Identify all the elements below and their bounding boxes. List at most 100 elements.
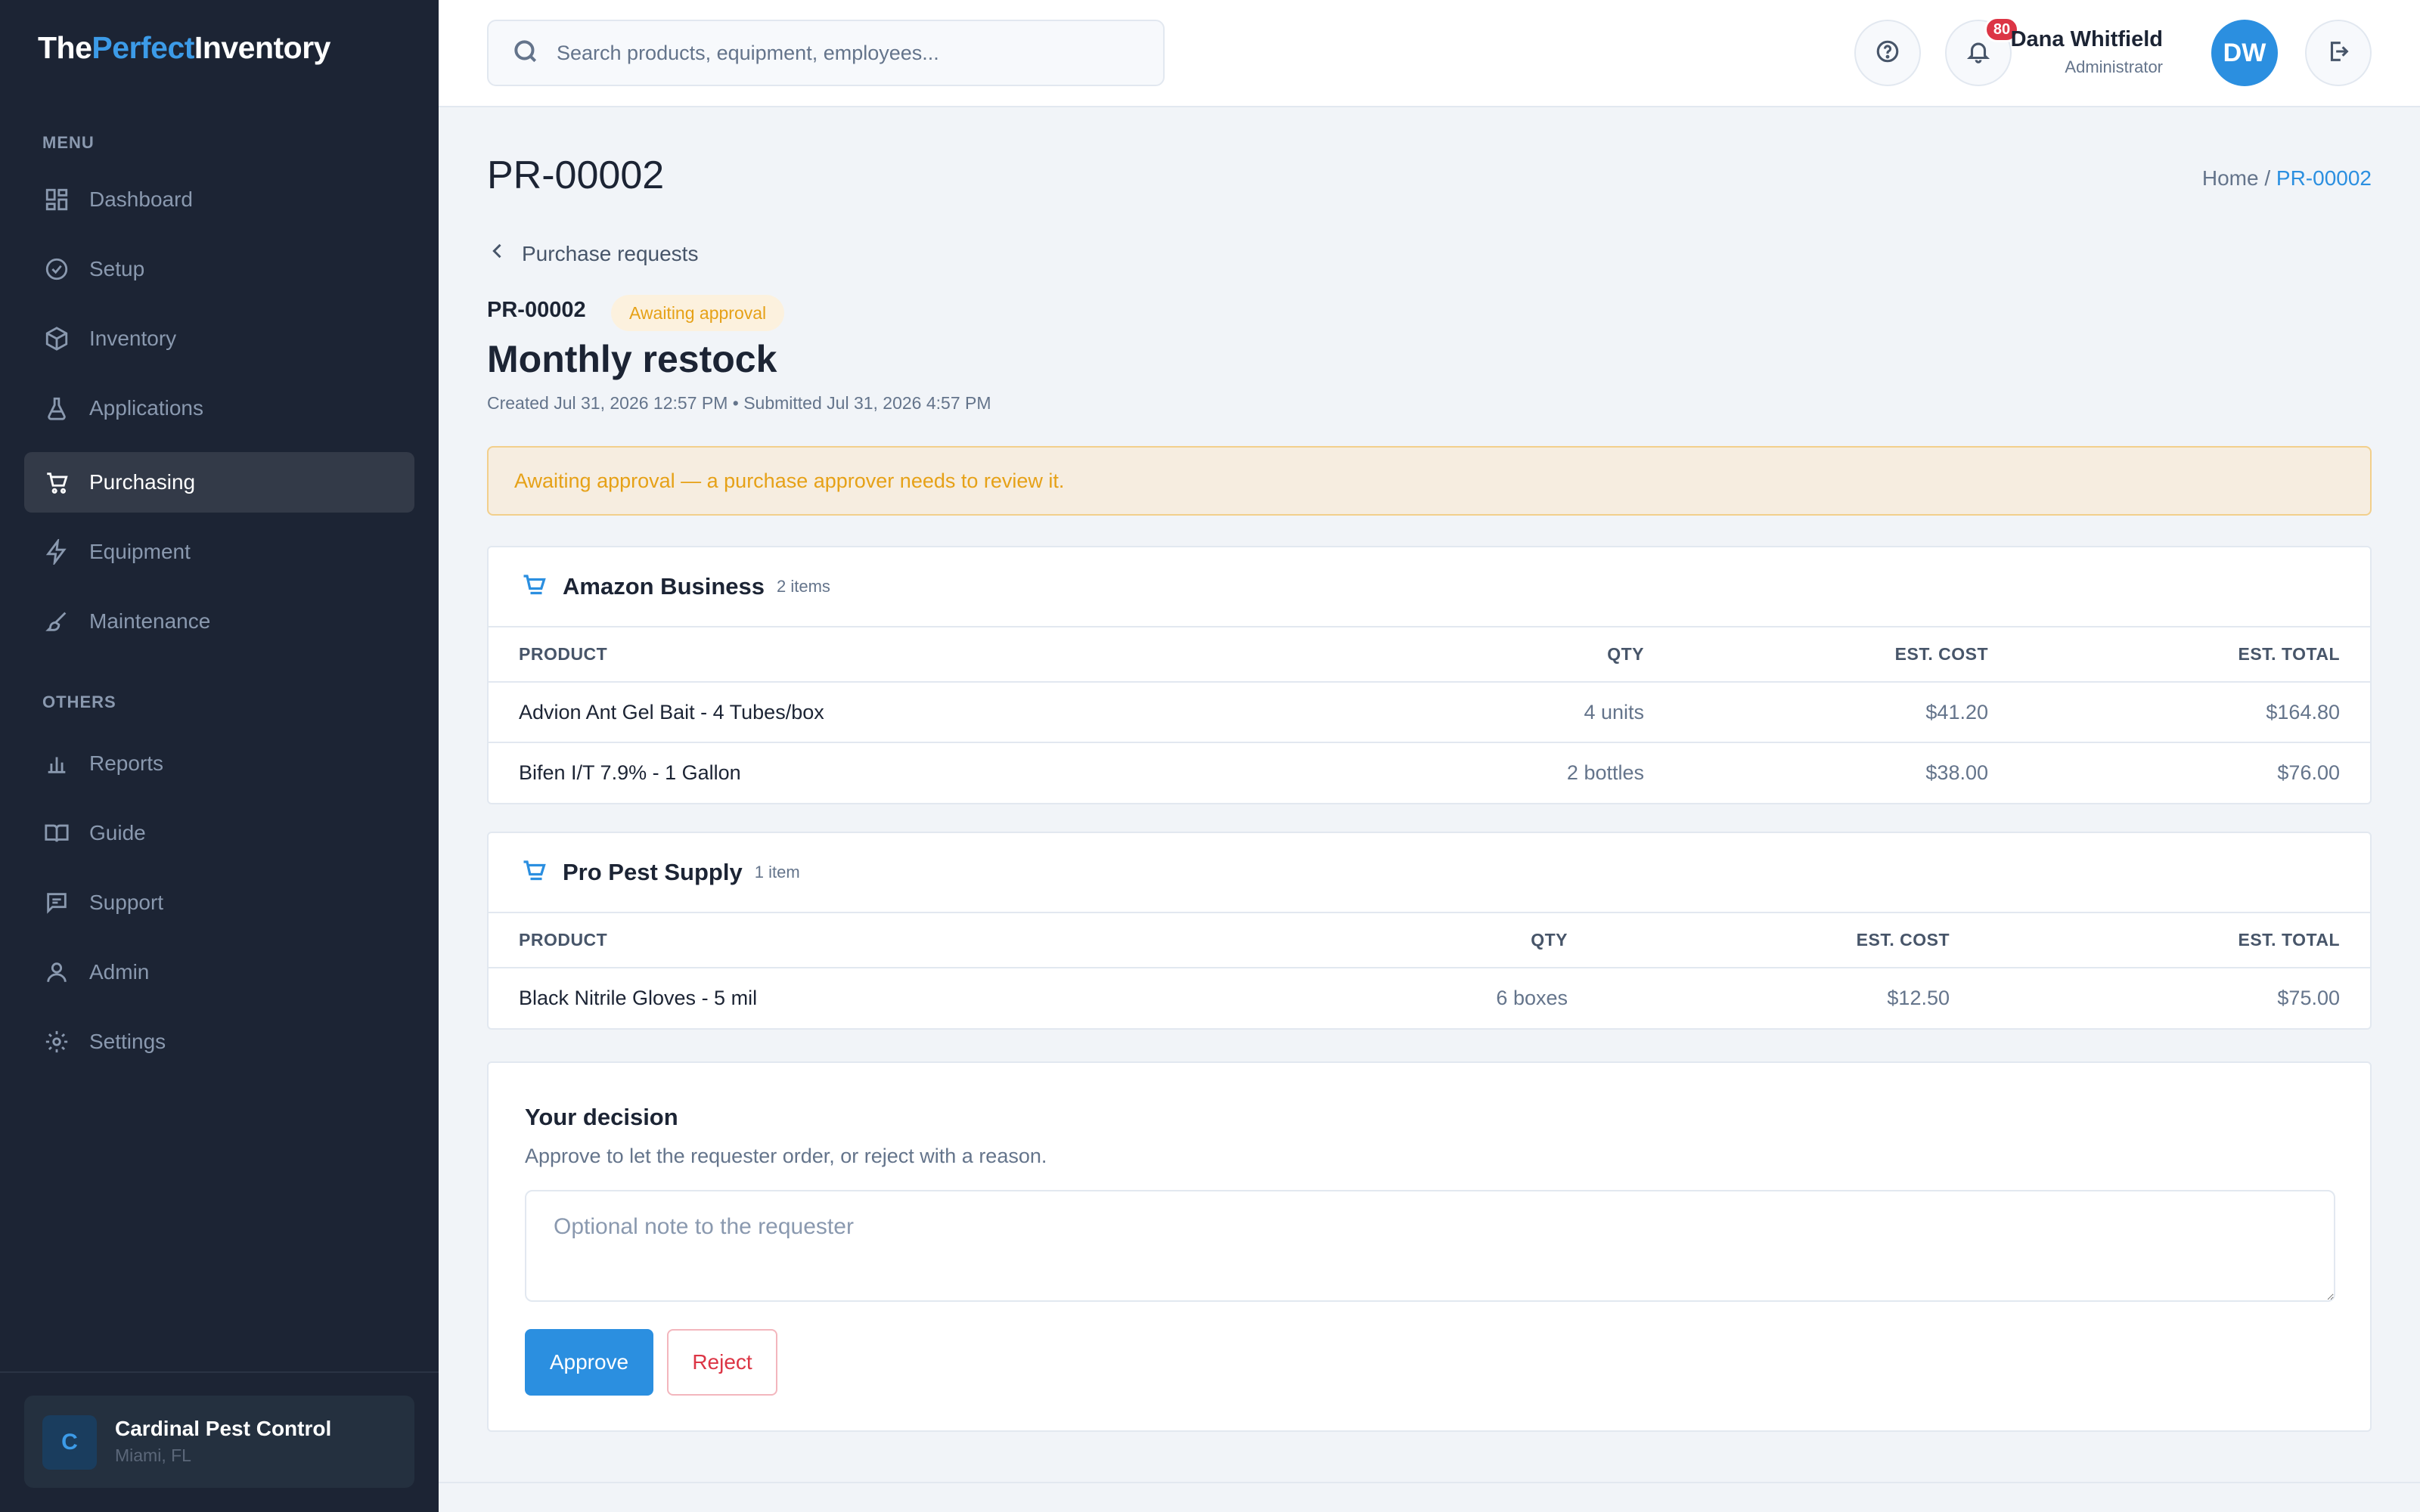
- sidebar-item-admin[interactable]: Admin: [24, 942, 414, 1002]
- sidebar-item-equipment[interactable]: Equipment: [24, 522, 414, 582]
- breadcrumb-home[interactable]: Home /: [2202, 166, 2270, 190]
- sidebar-item-applications[interactable]: Applications: [24, 378, 414, 438]
- search-box[interactable]: [487, 20, 1165, 86]
- est-cost-cell: $38.00: [1925, 761, 1988, 784]
- chevron-left-icon: [487, 240, 522, 267]
- decision-title: Your decision: [525, 1104, 678, 1130]
- column-header-est-total: EST. TOTAL: [1950, 913, 2370, 968]
- message-icon: [44, 890, 70, 916]
- organization-name: Cardinal Pest Control: [115, 1417, 332, 1440]
- vendor-item-count: 1 item: [754, 863, 800, 881]
- cart-icon: [520, 857, 563, 888]
- est-cost-cell: $12.50: [1887, 987, 1950, 1009]
- product-cell: Bifen I/T 7.9% - 1 Gallon: [519, 761, 741, 784]
- sidebar-item-label: Maintenance: [89, 609, 211, 633]
- sidebar-item-label: Dashboard: [89, 187, 193, 211]
- decision-subtitle: Approve to let the requester order, or r…: [525, 1145, 1047, 1167]
- user-avatar[interactable]: DW: [2211, 20, 2278, 86]
- table-header-row: PRODUCT QTY EST. COST EST. TOTAL: [489, 913, 2370, 968]
- search-icon: [511, 37, 540, 70]
- brand-part-3: Inventory: [194, 30, 331, 65]
- brand-part-2: Perfect: [92, 30, 194, 65]
- brand-logo[interactable]: ThePerfectInventory: [38, 30, 330, 66]
- user-name: Dana Whitfield: [2010, 27, 2163, 51]
- column-header-qty: QTY: [1341, 913, 1568, 968]
- notifications-button[interactable]: 80: [1945, 17, 2019, 86]
- sidebar-item-dashboard[interactable]: Dashboard: [24, 169, 414, 230]
- vendor-items-table: PRODUCT QTY EST. COST EST. TOTAL Advion …: [489, 627, 2370, 803]
- others-section-label: OTHERS: [42, 692, 116, 711]
- organization-location: Miami, FL: [115, 1445, 191, 1465]
- sidebar-item-label: Purchasing: [89, 470, 196, 494]
- sidebar-item-label: Reports: [89, 751, 164, 775]
- help-button[interactable]: [1854, 20, 1921, 86]
- box-icon: [44, 326, 70, 352]
- sidebar-item-maintenance[interactable]: Maintenance: [24, 591, 414, 652]
- vendor-card-header: Pro Pest Supply 1 item: [489, 833, 2370, 913]
- back-to-purchase-requests-link[interactable]: Purchase requests: [487, 240, 698, 267]
- organization-avatar: C: [42, 1415, 97, 1470]
- sidebar-item-inventory[interactable]: Inventory: [24, 308, 414, 369]
- sidebar-item-setup[interactable]: Setup: [24, 239, 414, 299]
- brush-icon: [44, 609, 70, 634]
- lightning-icon: [44, 539, 70, 565]
- sidebar-item-label: Settings: [89, 1030, 166, 1053]
- vendor-card: Amazon Business 2 items PRODUCT QTY EST.…: [487, 546, 2372, 804]
- requester-note-field[interactable]: [525, 1190, 2335, 1302]
- column-header-est-cost: EST. COST: [1568, 913, 1950, 968]
- est-total-cell: $75.00: [2277, 987, 2340, 1009]
- sidebar-item-purchasing[interactable]: Purchasing: [24, 452, 414, 513]
- sidebar-item-label: Applications: [89, 396, 203, 420]
- approve-button[interactable]: Approve: [525, 1329, 653, 1396]
- sidebar-item-label: Admin: [89, 960, 150, 984]
- request-meta: Created Jul 31, 2026 12:57 PM • Submitte…: [487, 393, 991, 413]
- sidebar-item-label: Setup: [89, 257, 145, 280]
- est-cost-cell: $41.20: [1644, 682, 1988, 743]
- reject-button[interactable]: Reject: [667, 1329, 777, 1396]
- table-row: Black Nitrile Gloves - 5 mil 6 boxes $12…: [489, 968, 2370, 1028]
- approval-alert: Awaiting approval — a purchase approver …: [487, 446, 2372, 516]
- help-icon: [1875, 39, 1900, 68]
- qty-cell: 2 bottles: [1566, 761, 1644, 784]
- table-header-row: PRODUCT QTY EST. COST EST. TOTAL: [489, 627, 2370, 683]
- user-icon: [44, 959, 70, 985]
- column-header-qty: QTY: [1395, 627, 1644, 683]
- vendor-items-table: PRODUCT QTY EST. COST EST. TOTAL Black N…: [489, 913, 2370, 1028]
- column-header-product: PRODUCT: [489, 627, 1395, 683]
- search-input[interactable]: [557, 41, 1131, 65]
- vendor-name: Amazon Business: [563, 573, 765, 600]
- request-title: Monthly restock: [487, 338, 777, 380]
- logout-icon: [2325, 39, 2351, 68]
- table-row: Bifen I/T 7.9% - 1 Gallon 2 bottles $38.…: [489, 742, 2370, 803]
- qty-cell: 4 units: [1395, 682, 1644, 743]
- sidebar-item-settings[interactable]: Settings: [24, 1012, 414, 1072]
- vendor-item-count: 2 items: [777, 577, 830, 596]
- sidebar-item-reports[interactable]: Reports: [24, 733, 414, 794]
- purchase-request-code: PR-00002: [487, 298, 586, 322]
- bar-chart-icon: [44, 751, 70, 776]
- sidebar-item-guide[interactable]: Guide: [24, 803, 414, 863]
- check-circle-icon: [44, 256, 70, 282]
- status-badge: Awaiting approval: [611, 295, 785, 331]
- sidebar-item-support[interactable]: Support: [24, 872, 414, 933]
- vendor-name: Pro Pest Supply: [563, 859, 743, 885]
- cart-icon: [44, 469, 70, 495]
- column-header-est-total: EST. TOTAL: [1988, 627, 2370, 683]
- user-role: Administrator: [2065, 57, 2163, 76]
- column-header-product: PRODUCT: [489, 913, 1341, 968]
- vendor-card: Pro Pest Supply 1 item PRODUCT QTY EST. …: [487, 832, 2372, 1030]
- dashboard-icon: [44, 187, 70, 212]
- column-header-est-cost: EST. COST: [1644, 627, 1988, 683]
- product-cell: Advion Ant Gel Bait - 4 Tubes/box: [489, 682, 1395, 743]
- est-total-cell: $164.80: [1988, 682, 2370, 743]
- qty-cell: 6 boxes: [1496, 987, 1568, 1009]
- product-cell: Black Nitrile Gloves - 5 mil: [519, 987, 758, 1009]
- organization-switcher[interactable]: C Cardinal Pest Control Miami, FL: [24, 1396, 414, 1488]
- sidebar-item-label: Equipment: [89, 540, 191, 563]
- book-icon: [44, 820, 70, 846]
- page-title: PR-00002: [487, 153, 665, 197]
- bell-icon: [1965, 39, 1991, 68]
- logout-button[interactable]: [2305, 20, 2372, 86]
- top-header: 80 Dana Whitfield Administrator DW: [439, 0, 2420, 107]
- table-row: Advion Ant Gel Bait - 4 Tubes/box 4 unit…: [489, 682, 2370, 743]
